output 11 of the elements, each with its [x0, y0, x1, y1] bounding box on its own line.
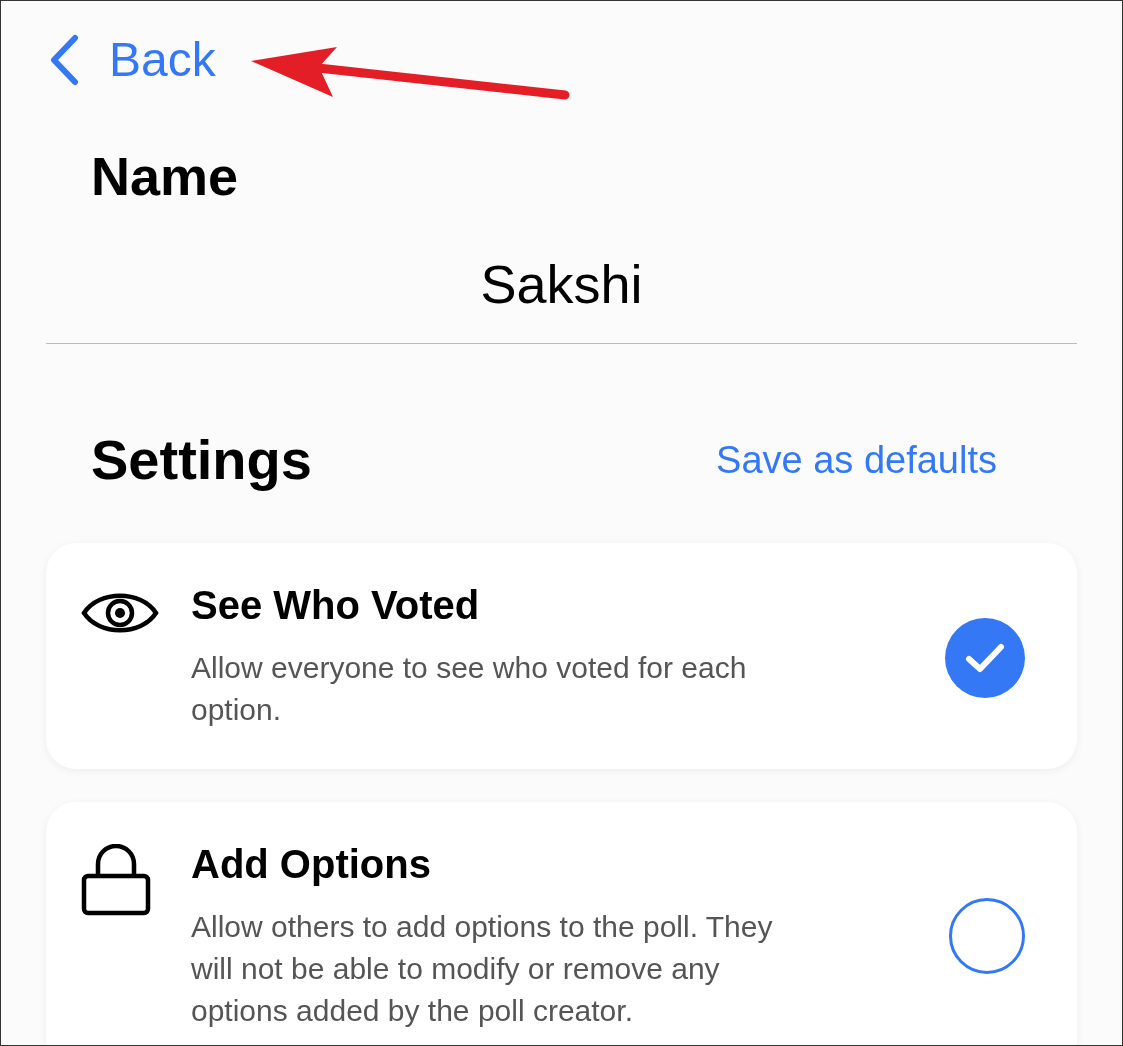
checkmark-icon	[965, 642, 1005, 674]
setting-title: See Who Voted	[191, 585, 481, 625]
chevron-left-icon	[49, 34, 79, 86]
back-button[interactable]: Back	[49, 34, 216, 86]
save-defaults-link[interactable]: Save as defaults	[716, 441, 997, 479]
name-field[interactable]: Sakshi	[261, 253, 862, 315]
setting-description: Allow everyone to see who voted for each option.	[191, 650, 748, 728]
setting-description: Allow others to add options to the poll. They will not be able to modify or remove any options added by the poll creator.	[191, 909, 774, 1029]
setting-title: Add Options	[191, 844, 432, 884]
lock-icon	[81, 844, 151, 916]
section-heading: Name	[90, 149, 240, 203]
